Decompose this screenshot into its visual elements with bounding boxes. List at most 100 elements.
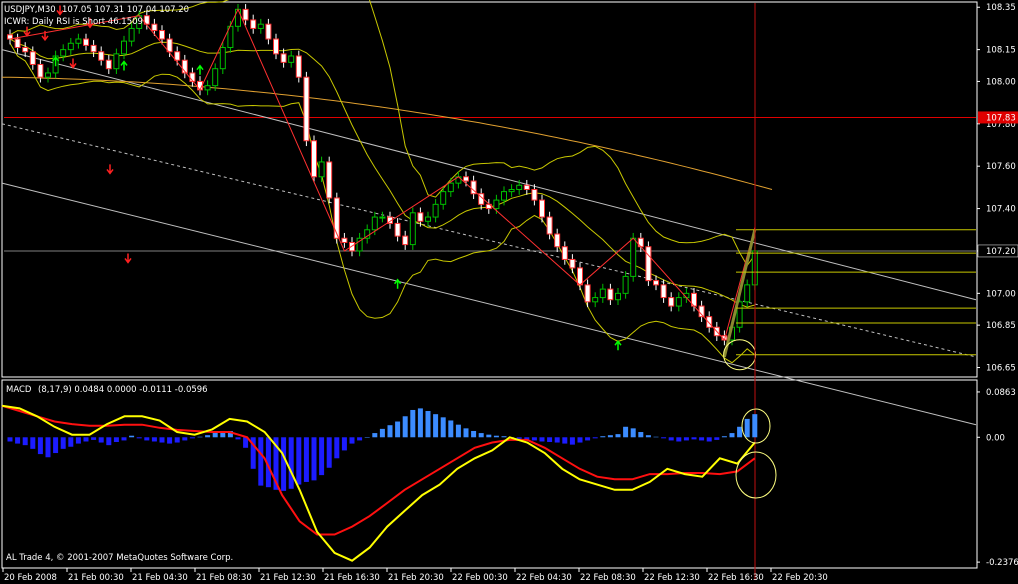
macd-histogram-bar xyxy=(562,437,568,444)
macd-histogram-bar xyxy=(440,417,446,438)
price-tick-label: 106.65 xyxy=(986,364,1016,374)
candle-body xyxy=(83,38,89,46)
macd-histogram-bar xyxy=(372,433,378,438)
candle-body xyxy=(60,49,67,57)
macd-histogram-bar xyxy=(706,437,712,442)
candle-body xyxy=(151,23,158,32)
macd-histogram-bar xyxy=(699,437,705,441)
candle-body xyxy=(432,203,439,218)
time-tick-label: 22 Feb 16:30 xyxy=(708,573,764,583)
candle-body xyxy=(569,258,576,269)
candle-body xyxy=(447,182,454,193)
macd-histogram-bar xyxy=(113,437,119,443)
candle-body xyxy=(45,72,51,78)
time-tick-label: 21 Feb 04:30 xyxy=(132,573,188,583)
candle-body xyxy=(318,161,325,178)
macd-histogram-bar xyxy=(714,437,720,440)
macd-histogram-bar xyxy=(53,437,59,454)
time-tick-label: 22 Feb 12:30 xyxy=(644,573,700,583)
footer-copyright: AL Trade 4, © 2001-2007 MetaQuotes Softw… xyxy=(6,553,233,563)
price-tick-label: 107.40 xyxy=(986,205,1016,215)
candle-body xyxy=(379,216,386,219)
indicator-status: ICWR: Daily RSI is Short 46.1509 xyxy=(4,17,143,27)
time-tick-label: 20 Feb 2008 xyxy=(4,573,57,583)
candle-body xyxy=(235,8,241,27)
macd-histogram-bar xyxy=(296,437,302,485)
macd-histogram-bar xyxy=(539,437,545,442)
macd-histogram-bar xyxy=(15,437,21,444)
chart-title: USDJPY,M30 xyxy=(4,5,56,15)
candle-body xyxy=(128,27,135,42)
macd-histogram-bar xyxy=(68,437,74,447)
macd-histogram-bar xyxy=(319,437,325,476)
macd-histogram-bar xyxy=(402,416,408,438)
price-tick-label: 106.85 xyxy=(986,321,1016,331)
macd-histogram-bar xyxy=(676,437,682,442)
candle-body xyxy=(660,284,667,299)
candle-body xyxy=(523,184,530,191)
macd-histogram-bar xyxy=(721,436,727,438)
macd-histogram-bar xyxy=(433,414,439,438)
macd-histogram-bar xyxy=(448,420,454,438)
candle-body xyxy=(425,216,431,222)
ohlc-readout: 107.05 107.31 107.04 107.20 xyxy=(62,5,189,15)
macd-histogram-bar xyxy=(235,437,241,440)
candle-body xyxy=(166,38,173,53)
macd-histogram-bar xyxy=(638,432,644,438)
price-tick-label: 107.00 xyxy=(986,289,1016,299)
macd-histogram-bar xyxy=(554,437,560,443)
macd-tick-label: -0.2376 xyxy=(986,558,1018,568)
price-tick-label: 108.15 xyxy=(986,46,1016,56)
candle-body xyxy=(105,59,112,70)
candle-body xyxy=(295,55,302,78)
candle-body xyxy=(257,23,264,29)
candle-body xyxy=(599,288,606,299)
macd-histogram-bar xyxy=(478,433,484,438)
macd-histogram-bar xyxy=(106,437,112,446)
macd-histogram-bar xyxy=(729,433,735,438)
candle-body xyxy=(501,191,507,201)
macd-histogram-bar xyxy=(311,437,317,481)
red-level-label: 107.83 xyxy=(986,113,1016,123)
macd-histogram-bar xyxy=(45,437,51,458)
macd-histogram-bar xyxy=(577,437,583,443)
macd-histogram-bar xyxy=(258,437,264,486)
macd-histogram-bar xyxy=(668,437,674,441)
candle-body xyxy=(113,53,120,70)
macd-histogram-bar xyxy=(83,437,89,442)
macd-histogram-bar xyxy=(144,437,150,441)
candle-body xyxy=(630,237,637,277)
macd-histogram-bar xyxy=(387,425,393,438)
macd-histogram-bar xyxy=(471,430,477,438)
candle-body xyxy=(29,51,36,65)
candle-body xyxy=(516,184,523,191)
macd-histogram-bar xyxy=(691,437,697,440)
candle-body xyxy=(539,199,545,218)
time-tick-label: 22 Feb 00:30 xyxy=(452,573,508,583)
macd-histogram-bar xyxy=(486,434,492,438)
macd-histogram-bar xyxy=(623,426,629,438)
macd-params: (8,17,9) 0.0484 0.0000 -0.0111 -0.0596 xyxy=(38,385,208,395)
candle-body xyxy=(440,191,447,205)
macd-histogram-bar xyxy=(737,426,743,438)
macd-histogram-bar xyxy=(189,437,195,439)
candle-body xyxy=(508,189,515,193)
mt4-chart[interactable]: 106.65 106.85 107.00 107.20 107.40 107.60 107.… xyxy=(0,0,1018,584)
candle-body xyxy=(577,267,583,286)
macd-histogram-bar xyxy=(326,437,332,468)
candle-body xyxy=(607,288,614,301)
candle-body xyxy=(561,246,568,260)
macd-histogram-bar xyxy=(288,437,294,489)
candle-body xyxy=(75,38,82,44)
macd-histogram-bar xyxy=(547,437,553,443)
macd-histogram-bar xyxy=(341,437,347,451)
candle-body xyxy=(744,284,751,303)
macd-histogram-bar xyxy=(364,437,370,438)
time-tick-label: 21 Feb 16:30 xyxy=(324,573,380,583)
candle-body xyxy=(668,297,675,307)
macd-histogram-bar xyxy=(136,437,142,439)
price-tick-label: 108.35 xyxy=(986,3,1016,13)
macd-tick-label: 0.0863 xyxy=(986,388,1016,398)
macd-histogram-bar xyxy=(744,418,750,438)
price-tick-label: 107.60 xyxy=(986,162,1016,172)
